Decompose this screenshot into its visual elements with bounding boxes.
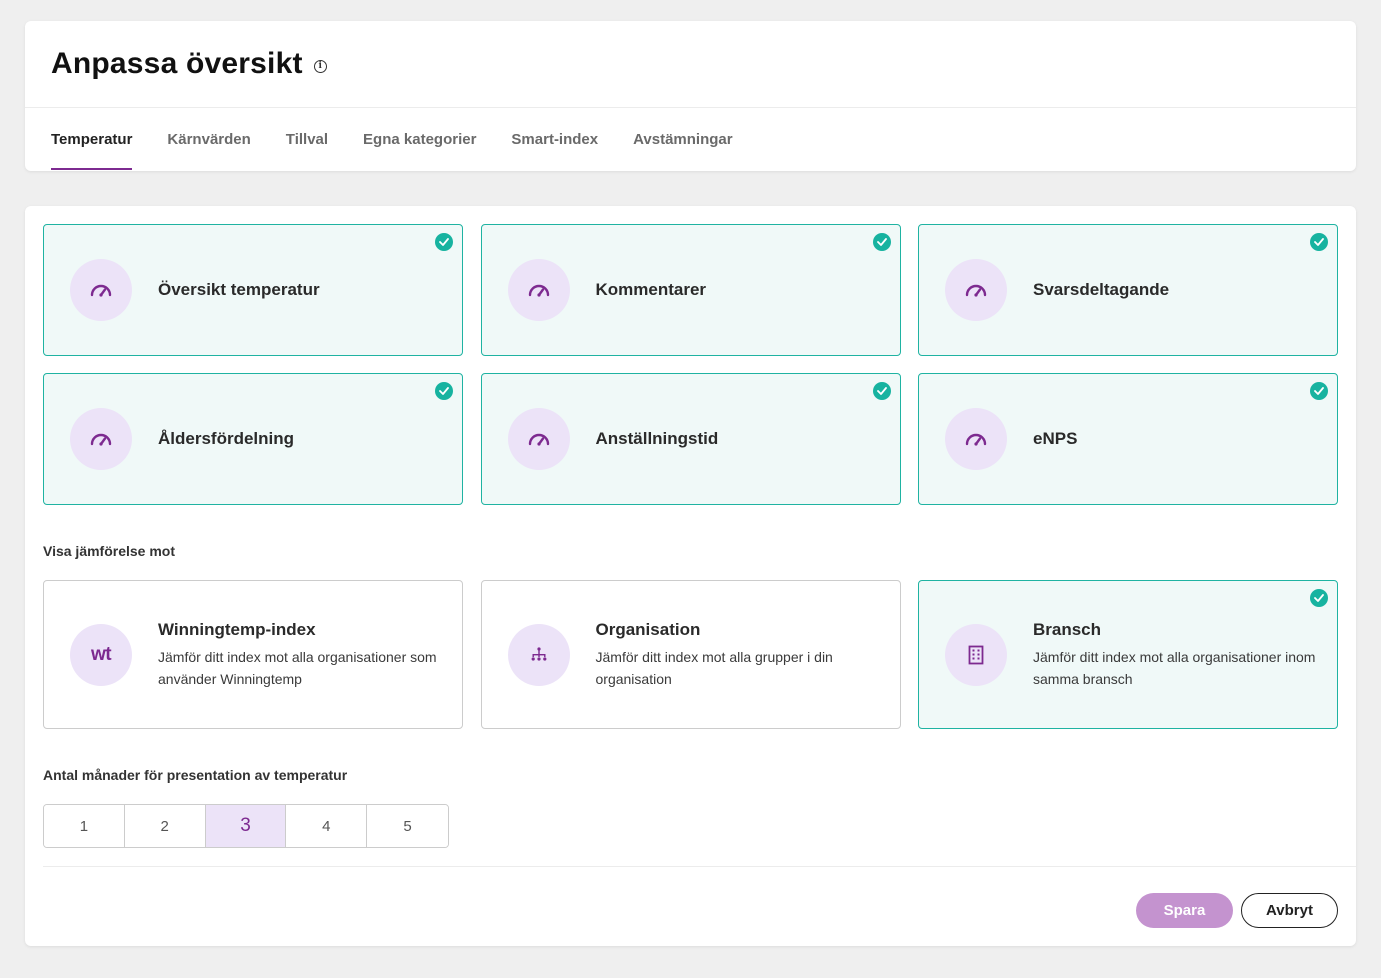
month-option-5[interactable]: 5 (367, 805, 448, 847)
winningtemp-logo-icon: wt (70, 623, 132, 686)
widget-card-anstallningstid[interactable]: Anställningstid (480, 373, 901, 505)
check-icon (435, 233, 453, 251)
tab-tillval[interactable]: Tillval (286, 108, 328, 170)
gauge-icon (945, 259, 1007, 321)
months-segmented-control: 1 2 3 4 5 (43, 804, 449, 848)
month-option-4[interactable]: 4 (286, 805, 368, 847)
widget-card-kommentarer[interactable]: Kommentarer (480, 224, 901, 356)
gauge-icon (70, 408, 132, 470)
tab-smart-index[interactable]: Smart-index (511, 108, 598, 170)
org-tree-icon (507, 623, 570, 686)
tab-temperatur[interactable]: Temperatur (51, 108, 133, 170)
header-card: Anpassa översikt i Temperatur Kärnvärden… (25, 21, 1356, 171)
tab-karnvarden[interactable]: Kärnvärden (167, 108, 250, 170)
months-label: Antal månader för presentation av temper… (43, 767, 348, 783)
check-icon (872, 233, 891, 251)
comparison-title: Winningtemp-index (158, 619, 316, 639)
comparison-description: Jämför ditt index mot alla grupper i din… (595, 648, 833, 687)
footer-divider (43, 866, 1356, 867)
month-option-2[interactable]: 2 (124, 805, 206, 847)
check-icon (1310, 589, 1328, 607)
comparison-card-organisation[interactable]: Organisation Jämför ditt index mot alla … (480, 580, 901, 729)
comparison-text: Bransch Jämför ditt index mot alla organ… (1033, 620, 1333, 690)
comparison-text: Winningtemp-index Jämför ditt index mot … (158, 620, 458, 690)
title-row: Anpassa översikt i (25, 21, 1356, 108)
cancel-button[interactable]: Avbryt (1241, 893, 1338, 928)
comparison-description: Jämför ditt index mot alla organisatione… (1033, 648, 1316, 687)
gauge-icon (945, 408, 1007, 470)
widget-card-svarsdeltagande[interactable]: Svarsdeltagande (918, 224, 1338, 356)
check-icon (1310, 233, 1328, 251)
widget-label: eNPS (1033, 429, 1078, 448)
comparison-title: Bransch (1033, 619, 1102, 639)
widget-grid: Översikt temperatur Kommentarer Svarsdel… (43, 224, 1338, 505)
page-title: Anpassa översikt (51, 47, 303, 80)
widget-label: Anställningstid (595, 429, 719, 448)
month-option-3[interactable]: 3 (205, 805, 287, 847)
comparison-grid: wt Winningtemp-index Jämför ditt index m… (43, 580, 1338, 729)
check-icon (435, 382, 453, 400)
tab-bar: Temperatur Kärnvärden Tillval Egna kateg… (25, 108, 1356, 170)
save-button[interactable]: Spara (1136, 893, 1233, 928)
comparison-card-bransch[interactable]: Bransch Jämför ditt index mot alla organ… (918, 580, 1338, 729)
widget-card-oversikt-temperatur[interactable]: Översikt temperatur (43, 224, 463, 356)
building-icon (945, 623, 1007, 686)
widget-label: Svarsdeltagande (1033, 280, 1170, 299)
widget-label: Kommentarer (595, 280, 707, 299)
widget-label: Översikt temperatur (158, 280, 320, 299)
main-card: Översikt temperatur Kommentarer Svarsdel… (25, 206, 1356, 946)
widget-card-enps[interactable]: eNPS (918, 373, 1338, 505)
gauge-icon (507, 408, 570, 470)
check-icon (1310, 382, 1328, 400)
widget-label: Åldersfördelning (158, 429, 295, 448)
tab-egna-kategorier[interactable]: Egna kategorier (363, 108, 476, 170)
month-option-1[interactable]: 1 (44, 805, 125, 847)
comparison-label: Visa jämförelse mot (43, 543, 176, 559)
tab-avstamningar[interactable]: Avstämningar (633, 108, 732, 170)
check-icon (872, 382, 891, 400)
gauge-icon (70, 259, 132, 321)
comparison-text: Organisation Jämför ditt index mot alla … (596, 620, 896, 690)
gauge-icon (507, 259, 570, 321)
comparison-description: Jämför ditt index mot alla organisatione… (158, 648, 437, 687)
wt-logo-text: wt (90, 643, 112, 665)
widget-card-aldersfordelning[interactable]: Åldersfördelning (43, 373, 463, 505)
comparison-card-winningtemp-index[interactable]: wt Winningtemp-index Jämför ditt index m… (43, 580, 463, 729)
comparison-title: Organisation (595, 619, 701, 639)
info-icon[interactable]: i (313, 59, 327, 73)
